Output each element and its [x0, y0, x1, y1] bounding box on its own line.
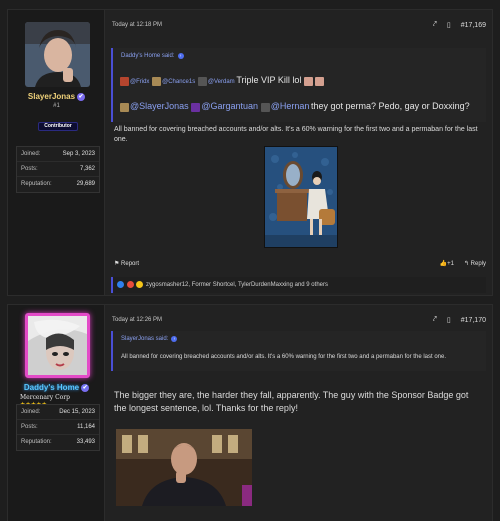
post-image[interactable] [116, 429, 252, 506]
post-main: Today at 12:18 PM ⤤ ▯ #17,169 Daddy's Ho… [111, 10, 492, 295]
mention[interactable]: @Verdam [208, 79, 235, 85]
quote-text: All banned for covering breached account… [121, 354, 446, 360]
user-cell: Daddy's Home✔ Mercenary Corp ★★★★★ Joine… [8, 305, 105, 521]
username[interactable]: SlayerJonas ✔ [8, 92, 105, 101]
post-body: The bigger they are, the harder they fal… [114, 390, 469, 413]
user-stats: Joined: Sep 3, 2023 Posts: 7,362 Reputatio… [16, 146, 100, 193]
bookmark-icon[interactable]: ▯ [447, 21, 451, 29]
verified-icon: ✔ [77, 92, 86, 101]
arrow-up-icon[interactable]: ↑ [177, 53, 184, 59]
bookmark-icon[interactable]: ▯ [447, 316, 451, 324]
arrow-up-icon[interactable]: ↑ [171, 336, 178, 342]
mention-avatar [260, 102, 270, 112]
like-reaction-icon [117, 280, 124, 288]
post-header: Today at 12:18 PM ⤤ ▯ #17,169 [111, 20, 486, 32]
stat-posts: Posts: 7,362 [17, 162, 99, 177]
post-timestamp[interactable]: Today at 12:26 PM [112, 317, 162, 323]
post-header: Today at 12:26 PM ⤤ ▯ #17,170 [111, 315, 486, 327]
stat-reputation: Reputation: 29,689 [21, 181, 95, 187]
user-cell: SlayerJonas ✔ #1 Contributor Joined: Sep 3… [8, 10, 105, 295]
mention-avatar [197, 76, 207, 86]
avatar[interactable] [25, 313, 90, 378]
post: Daddy's Home✔ Mercenary Corp ★★★★★ Joine… [7, 304, 493, 521]
stat-reputation: Reputation: 33,493 [21, 439, 95, 445]
mention-avatar [191, 102, 201, 112]
mention-avatar [120, 102, 129, 112]
post-main: Today at 12:26 PM ⤤ ▯ #17,170 SlayerJona… [111, 305, 492, 521]
stat-joined: Joined: Dec 15, 2023 [17, 405, 99, 420]
mention[interactable]: @Fridx [130, 79, 149, 85]
avatar[interactable] [25, 22, 90, 87]
mention-avatar [152, 76, 162, 86]
user-stats: Joined: Dec 15, 2023 Posts: 11,164 Reputat… [16, 404, 100, 451]
mention[interactable]: @SlayerJonas [130, 101, 189, 111]
quote-line: @SlayerJonas @Gargantuan @Hernan they go… [119, 101, 470, 112]
post-number[interactable]: #17,170 [461, 317, 486, 324]
reply-button[interactable]: ↰ Reply [464, 260, 486, 267]
mention[interactable]: @Hernan [271, 101, 310, 111]
user-rank: #1 [53, 103, 60, 109]
share-icon[interactable]: ⤤ [433, 316, 437, 324]
quote-line: @Fridx @Chance1s @Verdam Triple VIP Kill… [119, 75, 325, 86]
quote-author[interactable]: Daddy's Home said: ↑ [121, 53, 184, 59]
username[interactable]: Daddy's Home ✔ [8, 383, 105, 392]
stat-joined: Joined: Sep 3, 2023 [17, 147, 99, 162]
heart-reaction-icon [126, 280, 134, 288]
mention-avatar [120, 76, 129, 86]
post-actions: ⚑ Report 👍+1 ↰ Reply [114, 258, 486, 270]
stat-posts: Posts: 11,164 [17, 420, 99, 435]
emoji-icon [315, 76, 325, 86]
quote-author[interactable]: SlayerJonas said: ↑ [121, 336, 178, 342]
reactions-bar[interactable]: zygosmasher12, Former Shortcel, TylerDur… [111, 277, 486, 293]
mention[interactable]: @Gargantuan [201, 101, 258, 111]
reactions-list[interactable]: zygosmasher12, Former Shortcel, TylerDur… [146, 282, 328, 288]
post-body: All banned for covering breached account… [114, 126, 478, 143]
smile-reaction-icon [136, 280, 144, 288]
contributor-badge: Contributor [38, 122, 78, 131]
mention[interactable]: @Chance1s [162, 79, 195, 85]
post-image[interactable] [264, 146, 338, 248]
verified-icon: ✔ [81, 383, 90, 392]
post: SlayerJonas ✔ #1 Contributor Joined: Sep 3… [7, 9, 493, 296]
share-icon[interactable]: ⤤ [433, 21, 437, 29]
quote-block: Daddy's Home said: ↑ @Fridx @Chance1s @Ve… [111, 48, 486, 122]
quote-text: Triple VIP Kill lol [236, 75, 302, 85]
post-number[interactable]: #17,169 [461, 22, 486, 29]
report-button[interactable]: ⚑ Report [114, 260, 139, 267]
like-button[interactable]: 👍+1 [440, 260, 454, 267]
emoji-icon [304, 76, 314, 86]
quote-text: they got perma? Pedo, gay or Doxxing? [311, 101, 470, 111]
quote-block: SlayerJonas said: ↑ All banned for coveri… [111, 331, 486, 371]
post-timestamp[interactable]: Today at 12:18 PM [112, 22, 162, 28]
